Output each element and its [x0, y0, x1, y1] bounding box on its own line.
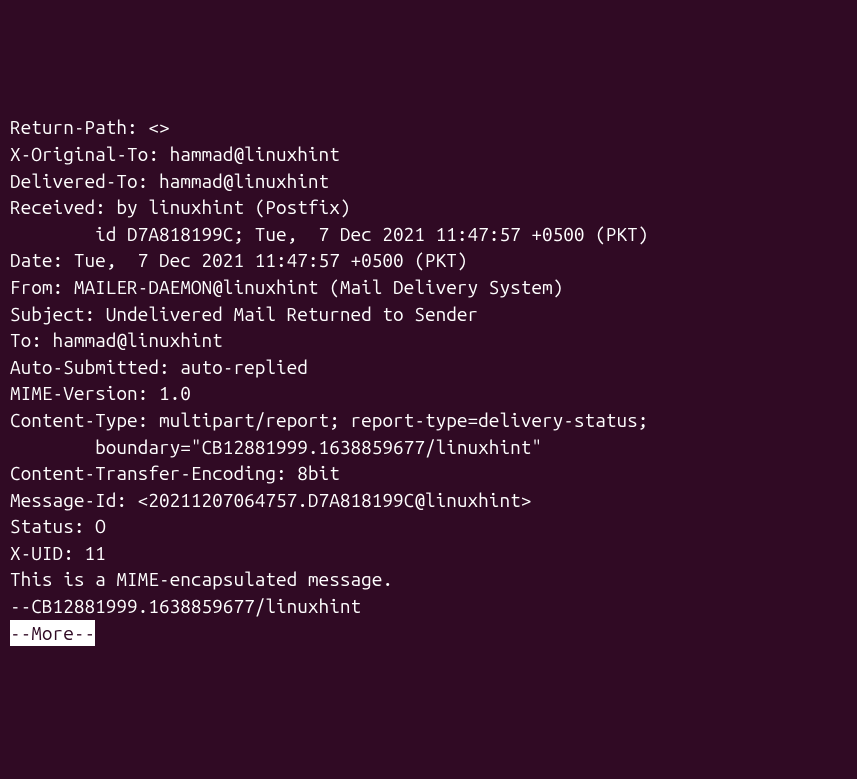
mail-header-line: id D7A818199C; Tue, 7 Dec 2021 11:47:57 … — [10, 221, 847, 248]
mail-header-line: Content-Transfer-Encoding: 8bit — [10, 460, 847, 487]
mail-boundary-line: --CB12881999.1638859677/linuxhint — [10, 593, 847, 620]
mail-header-line: Content-Type: multipart/report; report-t… — [10, 407, 847, 434]
mail-header-line: boundary="CB12881999.1638859677/linuxhin… — [10, 434, 847, 461]
mail-header-line: X-Original-To: hammad@linuxhint — [10, 141, 847, 168]
mail-header-line: Status: O — [10, 513, 847, 540]
mail-header-line: From: MAILER-DAEMON@linuxhint (Mail Deli… — [10, 274, 847, 301]
more-prompt[interactable]: --More-- — [10, 620, 95, 647]
mail-header-line: Date: Tue, 7 Dec 2021 11:47:57 +0500 (PK… — [10, 247, 847, 274]
mail-header-line: Delivered-To: hammad@linuxhint — [10, 168, 847, 195]
mail-header-line: Received: by linuxhint (Postfix) — [10, 194, 847, 221]
mail-header-line: Auto-Submitted: auto-replied — [10, 354, 847, 381]
mail-header-line: Message-Id: <20211207064757.D7A818199C@l… — [10, 487, 847, 514]
mail-header-line: X-UID: 11 — [10, 540, 847, 567]
mail-header-line: Return-Path: <> — [10, 114, 847, 141]
mail-header-line: Subject: Undelivered Mail Returned to Se… — [10, 301, 847, 328]
mail-header-line: To: hammad@linuxhint — [10, 327, 847, 354]
mail-body-line: This is a MIME-encapsulated message. — [10, 566, 847, 593]
terminal-output: Return-Path: <>X-Original-To: hammad@lin… — [10, 114, 847, 646]
mail-header-line: MIME-Version: 1.0 — [10, 380, 847, 407]
